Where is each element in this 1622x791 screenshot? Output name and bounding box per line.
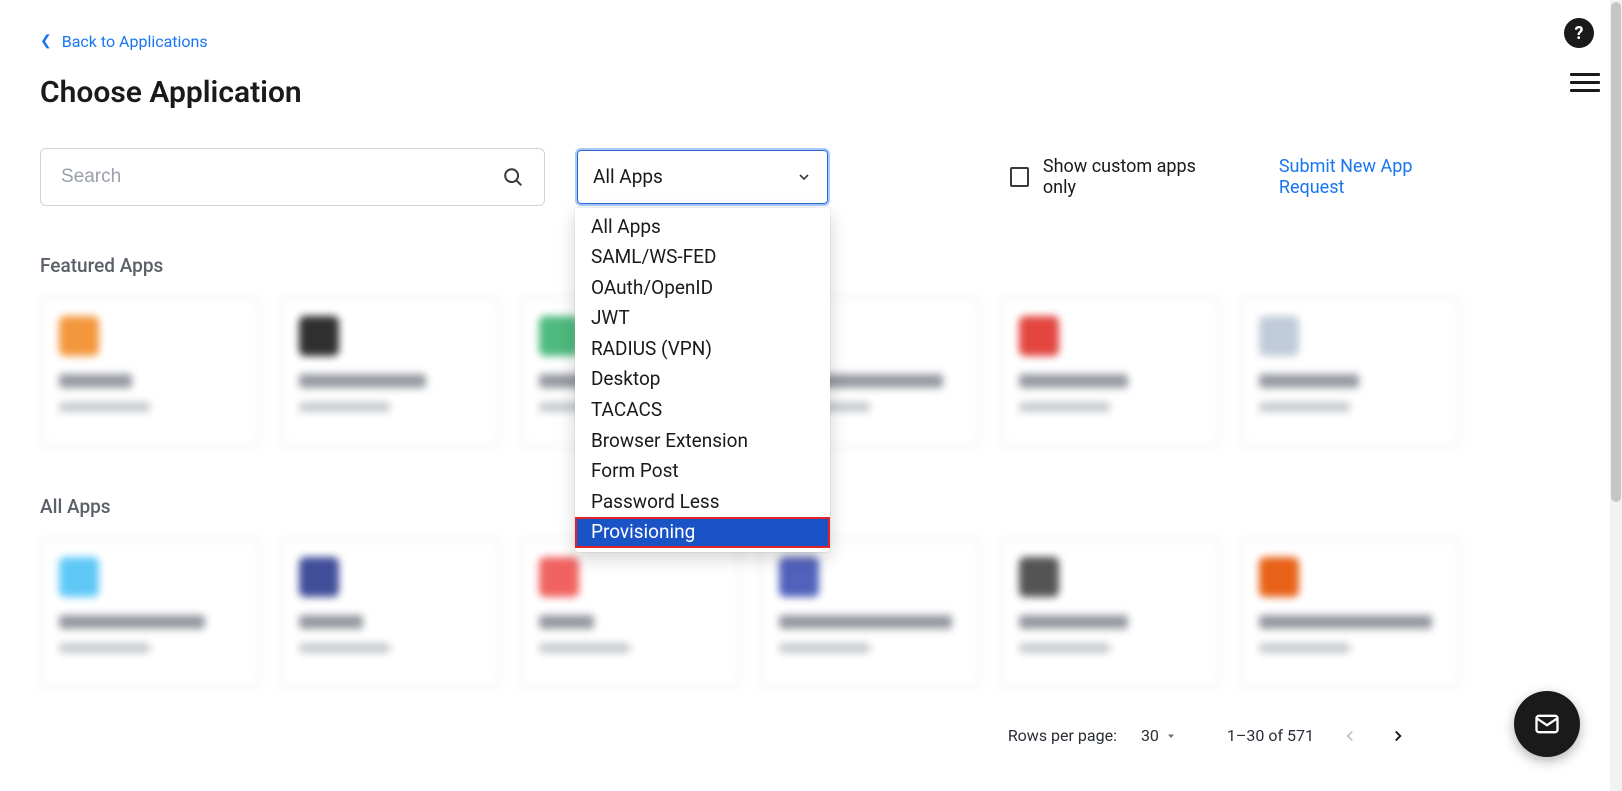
checkbox-icon bbox=[1010, 167, 1029, 187]
back-link[interactable]: ❮ Back to Applications bbox=[40, 32, 208, 51]
rows-value: 30 bbox=[1141, 726, 1159, 745]
back-link-text: Back to Applications bbox=[62, 32, 208, 51]
help-button[interactable]: ? bbox=[1564, 18, 1594, 48]
custom-apps-checkbox[interactable]: Show custom apps only bbox=[1010, 156, 1221, 198]
chevron-right-icon bbox=[1389, 727, 1407, 745]
all-apps-row bbox=[40, 538, 1470, 688]
app-card[interactable] bbox=[280, 538, 500, 688]
app-card[interactable] bbox=[1240, 297, 1460, 447]
app-card[interactable] bbox=[40, 297, 260, 447]
hamburger-icon bbox=[1570, 73, 1600, 76]
hamburger-menu[interactable] bbox=[1570, 68, 1600, 97]
submit-app-request-link[interactable]: Submit New App Request bbox=[1279, 156, 1470, 198]
filter-options-list: All AppsSAML/WS-FEDOAuth/OpenIDJWTRADIUS… bbox=[575, 208, 830, 553]
app-card[interactable] bbox=[280, 297, 500, 447]
page-range: 1–30 of 571 bbox=[1227, 726, 1314, 745]
filter-option[interactable]: SAML/WS-FED bbox=[575, 242, 830, 273]
filter-selected-label: All Apps bbox=[593, 165, 663, 188]
app-card[interactable] bbox=[760, 538, 980, 688]
next-page-button[interactable] bbox=[1386, 724, 1410, 748]
page-title: Choose Application bbox=[40, 75, 1470, 110]
filter-trigger[interactable]: All Apps bbox=[575, 148, 830, 206]
chevron-left-icon bbox=[1341, 727, 1359, 745]
app-card[interactable] bbox=[1000, 538, 1220, 688]
filter-option[interactable]: All Apps bbox=[575, 212, 830, 243]
chevron-down-icon bbox=[796, 169, 812, 185]
search-input[interactable] bbox=[61, 166, 502, 188]
chevron-left-icon: ❮ bbox=[40, 33, 52, 49]
rows-per-page-select[interactable]: 30 bbox=[1141, 726, 1177, 745]
filter-option[interactable]: Password Less bbox=[575, 487, 830, 518]
filter-option[interactable]: Form Post bbox=[575, 456, 830, 487]
question-icon: ? bbox=[1575, 23, 1584, 44]
prev-page-button[interactable] bbox=[1338, 724, 1362, 748]
mail-icon bbox=[1533, 710, 1561, 738]
app-card[interactable] bbox=[1000, 297, 1220, 447]
app-card[interactable] bbox=[520, 538, 740, 688]
scrollbar-thumb[interactable] bbox=[1611, 2, 1621, 502]
filter-option[interactable]: Desktop bbox=[575, 364, 830, 395]
filter-option[interactable]: JWT bbox=[575, 303, 830, 334]
filter-option[interactable]: Browser Extension bbox=[575, 426, 830, 457]
app-card[interactable] bbox=[1240, 538, 1460, 688]
checkbox-label: Show custom apps only bbox=[1043, 156, 1221, 198]
controls-row: All Apps All AppsSAML/WS-FEDOAuth/OpenID… bbox=[40, 148, 1470, 206]
scrollbar[interactable] bbox=[1610, 0, 1622, 791]
filter-option[interactable]: TACACS bbox=[575, 395, 830, 426]
rows-per-page-label: Rows per page: bbox=[1008, 726, 1117, 745]
filter-option[interactable]: RADIUS (VPN) bbox=[575, 334, 830, 365]
pagination: Rows per page: 30 1–30 of 571 bbox=[40, 724, 1470, 748]
feedback-button[interactable] bbox=[1514, 691, 1580, 757]
search-icon bbox=[502, 166, 524, 188]
filter-option[interactable]: Provisioning bbox=[575, 517, 830, 548]
app-card[interactable] bbox=[40, 538, 260, 688]
filter-dropdown: All Apps All AppsSAML/WS-FEDOAuth/OpenID… bbox=[575, 148, 830, 206]
search-box[interactable] bbox=[40, 148, 545, 206]
caret-down-icon bbox=[1165, 730, 1177, 742]
filter-option[interactable]: OAuth/OpenID bbox=[575, 273, 830, 304]
